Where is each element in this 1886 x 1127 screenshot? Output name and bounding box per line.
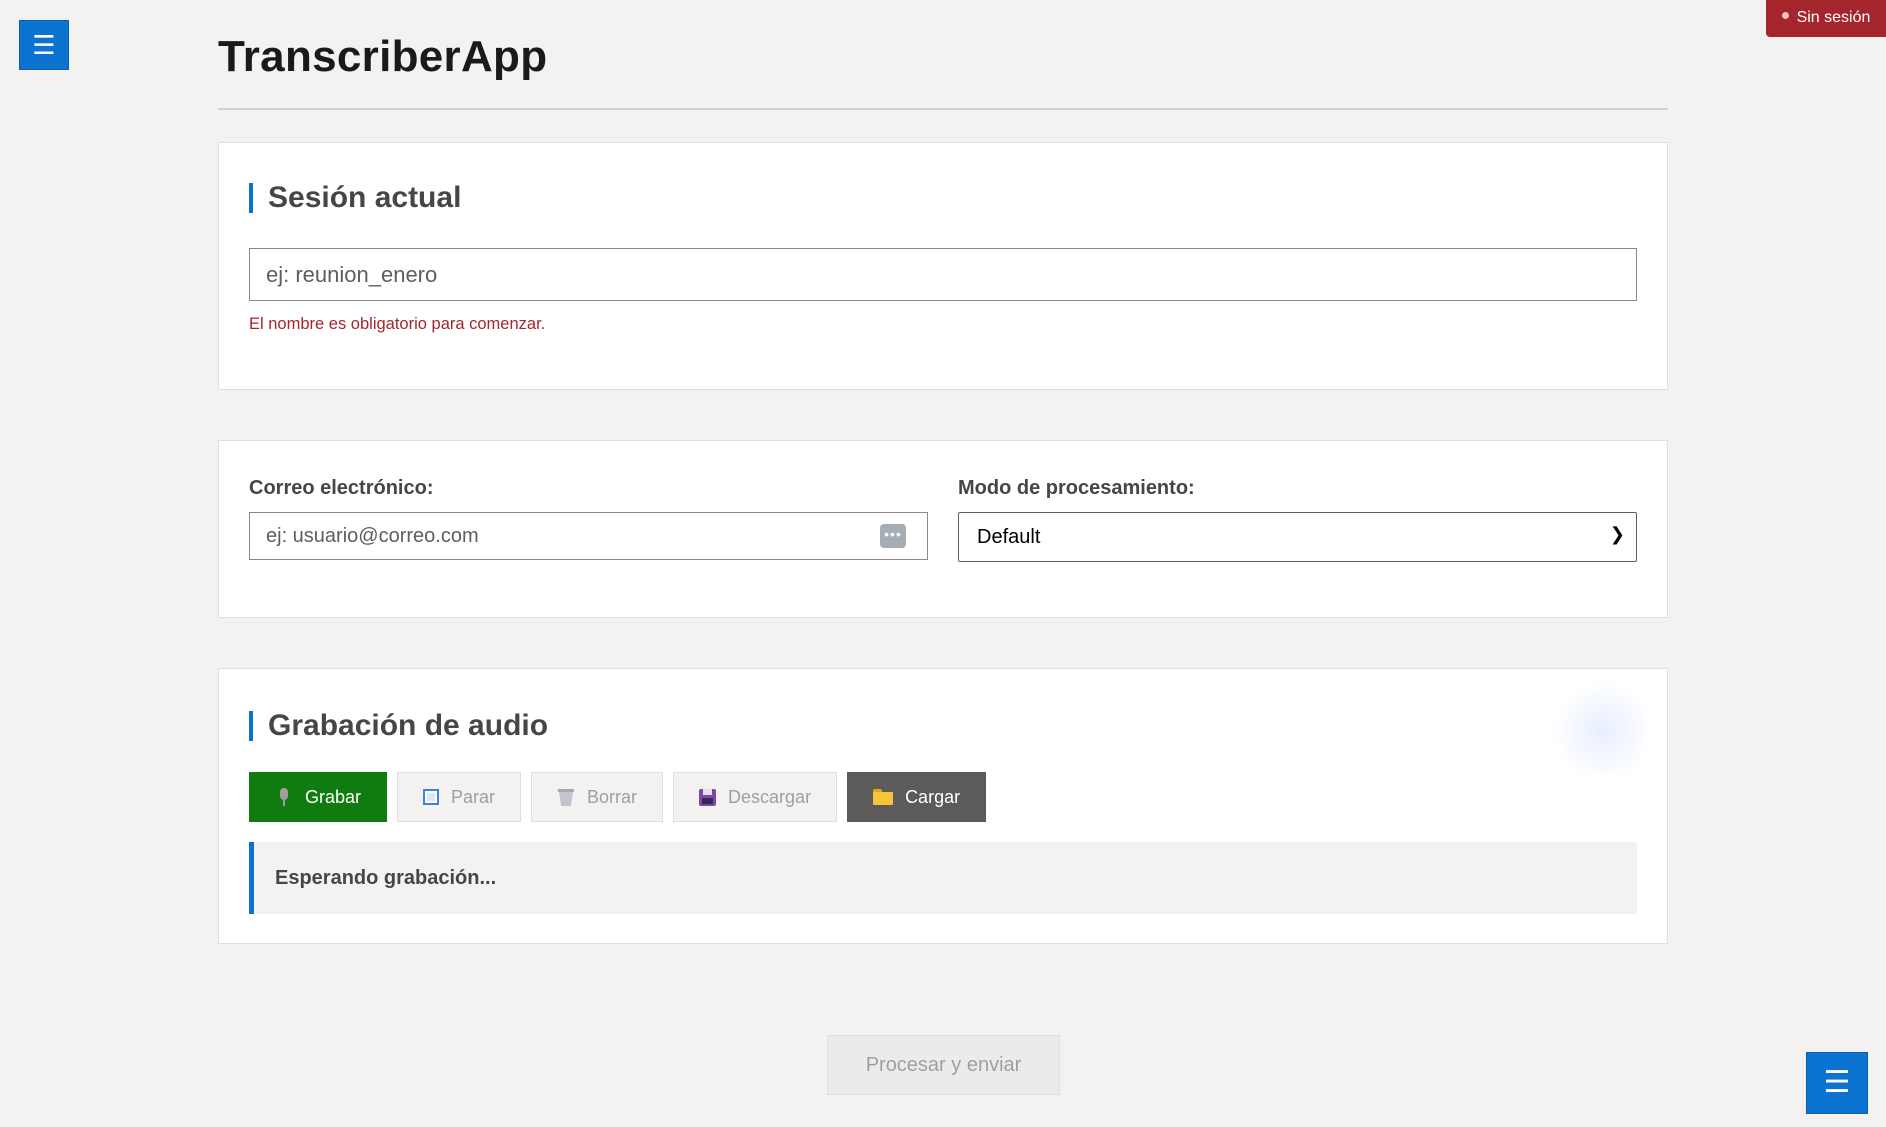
download-button-label: Descargar xyxy=(728,786,812,807)
audio-section-title: Grabación de audio xyxy=(249,711,1637,741)
stop-button-label: Parar xyxy=(451,786,496,807)
session-name-error: El nombre es obligatorio para comenzar. xyxy=(249,315,546,333)
menu-toggle-button-top[interactable]: ☰ xyxy=(19,20,69,70)
download-button[interactable]: Descargar xyxy=(673,772,838,822)
session-card: Sesión actual El nombre es obligatorio p… xyxy=(218,142,1668,390)
audio-card: Grabación de audio Grabar Parar Borrar D… xyxy=(218,668,1668,944)
app-title: TranscriberApp xyxy=(218,32,548,81)
microphone-icon xyxy=(275,788,293,806)
recording-status: Esperando grabación... xyxy=(249,842,1637,914)
mode-select[interactable]: Default xyxy=(958,512,1637,562)
email-field-group: Correo electrónico: ••• xyxy=(249,477,928,562)
delete-button[interactable]: Borrar xyxy=(531,772,664,822)
email-input[interactable] xyxy=(249,512,928,560)
process-submit-label: Procesar y enviar xyxy=(865,1053,1022,1076)
floppy-disk-icon xyxy=(699,788,717,806)
session-name-input[interactable] xyxy=(249,248,1637,301)
activity-glow xyxy=(1553,681,1653,781)
record-button[interactable]: Grabar xyxy=(249,772,387,822)
record-button-label: Grabar xyxy=(305,786,362,807)
folder-icon xyxy=(873,789,894,805)
menu-icon: ☰ xyxy=(32,30,56,60)
mode-field-group: Modo de procesamiento: Default ❯ xyxy=(958,477,1637,562)
audio-controls: Grabar Parar Borrar Descargar Cargar xyxy=(249,772,1637,822)
session-status-badge: Sin sesión xyxy=(1766,0,1886,37)
stop-icon xyxy=(423,789,439,805)
menu-toggle-button-bottom[interactable]: ☰ xyxy=(1806,1052,1868,1114)
trash-icon xyxy=(557,788,575,806)
title-divider xyxy=(218,108,1668,110)
session-section-title: Sesión actual xyxy=(249,183,1637,213)
stop-button[interactable]: Parar xyxy=(397,772,522,822)
session-status-label: Sin sesión xyxy=(1796,9,1871,26)
chevron-down-icon: ❯ xyxy=(1609,524,1625,544)
delete-button-label: Borrar xyxy=(587,786,638,807)
email-label: Correo electrónico: xyxy=(249,477,434,499)
menu-icon: ☰ xyxy=(1823,1066,1851,1099)
main-content: TranscriberApp Sesión actual El nombre e… xyxy=(218,0,1668,944)
mode-selected-value: Default xyxy=(977,526,1041,548)
load-button-label: Cargar xyxy=(905,786,961,807)
mode-label: Modo de procesamiento: xyxy=(958,477,1195,499)
status-dot-icon xyxy=(1781,12,1789,20)
more-icon[interactable]: ••• xyxy=(880,524,906,548)
load-button[interactable]: Cargar xyxy=(847,772,987,822)
config-card: Correo electrónico: ••• Modo de procesam… xyxy=(218,440,1668,618)
process-submit-button[interactable]: Procesar y enviar xyxy=(827,1035,1060,1095)
